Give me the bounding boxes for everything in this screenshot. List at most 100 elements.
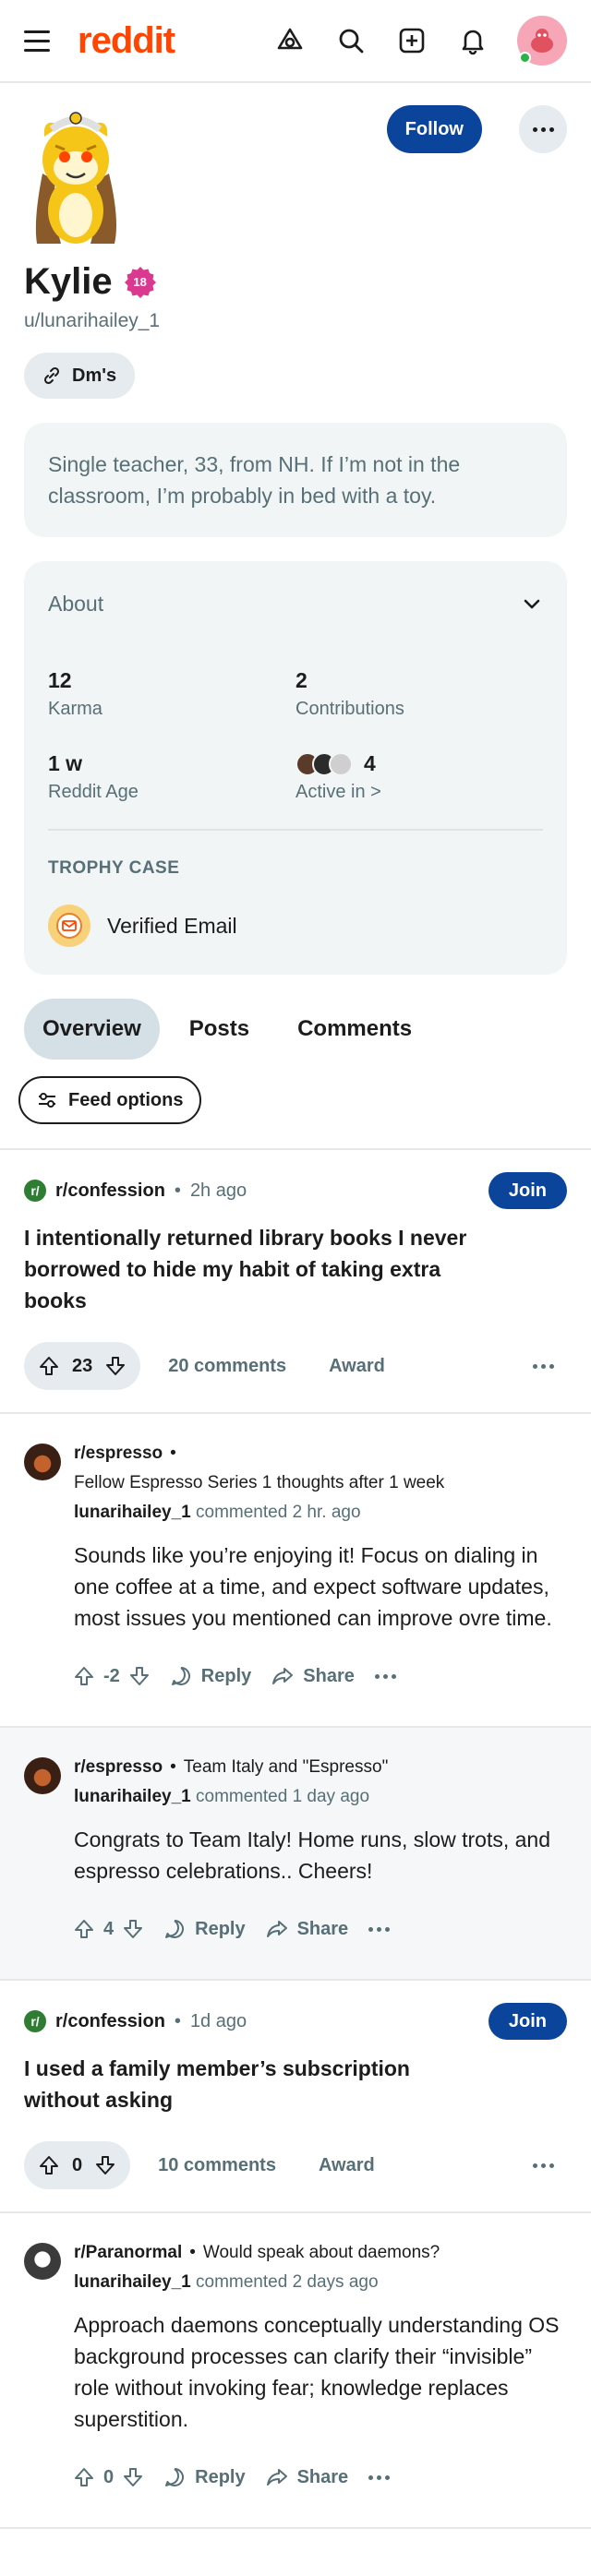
nsfw-badge-text: 18 — [133, 275, 147, 289]
reply-button[interactable]: Reply — [163, 1918, 246, 1940]
user-avatar[interactable] — [517, 16, 567, 66]
notifications-icon[interactable] — [456, 24, 489, 57]
share-button[interactable]: Share — [266, 2466, 349, 2488]
feed-options-label: Feed options — [68, 1089, 184, 1110]
subreddit-name[interactable]: r/confession — [55, 1180, 165, 1202]
vote-count: 23 — [72, 1355, 93, 1376]
comment-card[interactable]: r/Paranormal • Would speak about daemons… — [0, 2213, 591, 2527]
profile-tabs: Overview Posts Comments — [24, 999, 567, 1060]
subreddit-name[interactable]: r/Paranormal — [74, 2241, 182, 2265]
post-title[interactable]: I intentionally returned library books I… — [24, 1222, 567, 1316]
verified-email-trophy-icon — [48, 905, 90, 947]
subreddit-name[interactable]: r/espresso — [74, 1755, 163, 1779]
downvote-icon[interactable] — [123, 1919, 143, 1939]
stat-value: 4 — [364, 751, 376, 775]
join-button[interactable]: Join — [488, 2003, 567, 2040]
tab-comments[interactable]: Comments — [279, 999, 430, 1060]
comment-author[interactable]: lunarihailey_1 — [74, 1787, 191, 1806]
comments-button[interactable]: 20 comments — [153, 1342, 301, 1390]
award-button[interactable]: Award — [314, 1342, 400, 1390]
downvote-icon[interactable] — [105, 1356, 126, 1376]
join-button[interactable]: Join — [488, 1172, 567, 1209]
reddit-logo[interactable]: reddit — [78, 20, 175, 62]
profile-header: Follow Kylie 18 u/lunarihailey_1 Dm's — [0, 83, 591, 399]
subreddit-icon: r/ — [24, 2010, 46, 2032]
top-bar: reddit — [0, 0, 591, 83]
about-title: About — [48, 591, 104, 616]
vote-control: 4 — [74, 1919, 143, 1940]
stat-active-in[interactable]: 4 Active in > — [296, 751, 543, 803]
follow-button[interactable]: Follow — [386, 105, 482, 153]
comment-action: commented — [196, 1503, 288, 1522]
post-card[interactable]: r/ r/confession • 2h ago Join I intentio… — [0, 1150, 591, 1412]
upvote-icon[interactable] — [74, 1666, 94, 1686]
search-icon[interactable] — [334, 24, 368, 57]
upvote-icon[interactable] — [39, 1356, 59, 1376]
trophy-item: Verified Email — [48, 905, 543, 947]
vote-count: 0 — [72, 2154, 83, 2175]
share-icon — [266, 1918, 288, 1940]
share-button[interactable]: Share — [271, 1665, 355, 1687]
profile-more-button[interactable] — [519, 105, 567, 153]
downvote-icon[interactable] — [123, 2467, 143, 2487]
subreddit-avatar — [24, 1444, 61, 1480]
parent-post-title[interactable]: Would speak about daemons? — [203, 2241, 440, 2265]
post-card[interactable]: r/ r/confession • 1d ago Join I used a f… — [0, 1981, 591, 2211]
meta-separator: • — [189, 2243, 196, 2262]
stats-grid: 12 Karma 2 Contributions 1 w Reddit Age … — [48, 646, 543, 803]
stat-label[interactable]: Active in > — [296, 782, 543, 803]
subreddit-name[interactable]: r/espresso — [74, 1442, 163, 1466]
parent-post-title[interactable]: Fellow Espresso Series 1 thoughts after … — [74, 1471, 444, 1495]
comment-card[interactable]: r/espresso • Team Italy and "Espresso" l… — [0, 1728, 591, 1979]
vote-count: 0 — [103, 2466, 115, 2487]
post-title[interactable]: I used a family member’s subscription wi… — [24, 2053, 567, 2115]
stat-label: Karma — [48, 699, 103, 719]
about-card: About 12 Karma 2 Contributions 1 w Reddi… — [24, 561, 567, 975]
meta-separator: • — [170, 1444, 176, 1463]
ai-icon[interactable] — [273, 24, 307, 57]
post-time: 2h ago — [189, 1180, 247, 1201]
comment-more-icon[interactable] — [368, 1905, 391, 1953]
reply-button[interactable]: Reply — [163, 2466, 246, 2488]
reply-button[interactable]: Reply — [170, 1665, 251, 1687]
award-button[interactable]: Award — [304, 2141, 390, 2189]
feed-options-button[interactable]: Feed options — [18, 1076, 202, 1124]
about-header[interactable]: About — [48, 561, 543, 646]
upvote-icon[interactable] — [39, 2155, 59, 2175]
downvote-icon[interactable] — [129, 1666, 150, 1686]
post-more-icon[interactable] — [519, 2141, 567, 2189]
tab-overview[interactable]: Overview — [24, 999, 160, 1060]
tab-posts[interactable]: Posts — [171, 999, 268, 1060]
profile-avatar — [24, 109, 127, 247]
stat-value: 12 — [48, 668, 72, 692]
post-more-icon[interactable] — [519, 1342, 567, 1390]
comment-more-icon[interactable] — [374, 1652, 396, 1700]
stat-karma: 12 Karma — [48, 668, 296, 720]
divider — [48, 829, 543, 831]
menu-icon[interactable] — [24, 25, 55, 56]
comment-more-icon[interactable] — [368, 2453, 391, 2501]
downvote-icon[interactable] — [95, 2155, 115, 2175]
chevron-down-icon[interactable] — [521, 593, 543, 615]
comment-card[interactable]: r/espresso • Fellow Espresso Series 1 th… — [0, 1414, 591, 1726]
upvote-icon[interactable] — [74, 2467, 94, 2487]
social-link-chip[interactable]: Dm's — [24, 353, 136, 399]
share-label: Share — [303, 1665, 355, 1686]
share-button[interactable]: Share — [266, 1918, 348, 1940]
subreddit-avatar — [24, 1757, 61, 1794]
profile-bio: Single teacher, 33, from NH. If I’m not … — [24, 423, 567, 537]
meta-separator: • — [174, 2010, 181, 2031]
subreddit-name[interactable]: r/confession — [55, 2011, 165, 2032]
parent-post-title[interactable]: Team Italy and "Espresso" — [184, 1755, 389, 1779]
comments-button[interactable]: 10 comments — [143, 2141, 291, 2189]
vote-control: 23 — [24, 1342, 141, 1390]
share-icon — [266, 2466, 288, 2488]
upvote-icon[interactable] — [74, 1919, 94, 1939]
create-post-icon[interactable] — [395, 24, 428, 57]
comment-author[interactable]: lunarihailey_1 — [74, 2272, 191, 2292]
stat-label: Reddit Age — [48, 782, 139, 802]
online-status-icon — [519, 52, 531, 64]
trophy-case-title: TROPHY CASE — [48, 858, 180, 878]
comment-author[interactable]: lunarihailey_1 — [74, 1503, 191, 1522]
share-label: Share — [296, 2466, 349, 2487]
